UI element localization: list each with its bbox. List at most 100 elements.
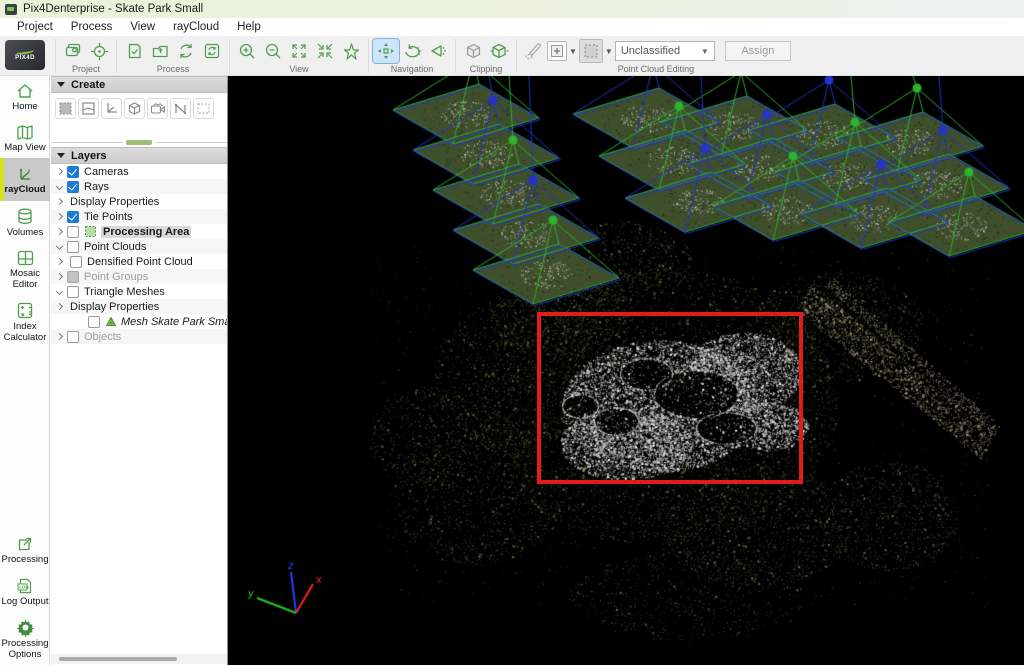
point-groups-checkbox[interactable]: [67, 270, 79, 283]
ribbon-item-processing[interactable]: Processing: [0, 529, 50, 571]
selection-shape-caret-icon[interactable]: ▼: [605, 47, 613, 56]
tie-points-checkbox[interactable]: [67, 210, 79, 223]
new-project-button[interactable]: [60, 39, 86, 63]
reoptimize-button[interactable]: [199, 39, 225, 63]
pan-arrows-icon: [378, 43, 394, 59]
selection-rectangle[interactable]: [537, 312, 803, 484]
ribbon-label-raycloud: rayCloud: [4, 184, 46, 195]
layer-row-mesh-display-properties[interactable]: Display Properties: [51, 299, 227, 314]
ribbon-label-home: Home: [12, 101, 38, 112]
cube-small-icon: [128, 102, 141, 115]
classification-dropdown[interactable]: Unclassified ▼: [614, 41, 715, 61]
menu-project[interactable]: Project: [8, 21, 62, 33]
layer-row-tie-points[interactable]: Tie Points: [51, 209, 227, 224]
panel-splitter[interactable]: [51, 138, 227, 147]
menu-raycloud[interactable]: rayCloud: [164, 21, 228, 33]
ribbon-label-log-output: Log Output: [1, 595, 49, 607]
expander-icon[interactable]: [55, 272, 64, 281]
expander-icon[interactable]: [55, 197, 64, 206]
menu-help[interactable]: Help: [228, 21, 270, 33]
layers-horizontal-scrollbar[interactable]: [51, 654, 227, 664]
create-panel-header[interactable]: Create: [51, 76, 227, 93]
gear-icon: [16, 619, 34, 637]
zoom-out-button[interactable]: [260, 39, 286, 63]
ribbon-item-index-calculator[interactable]: Index Calculator: [0, 295, 50, 348]
project-center-button[interactable]: [86, 39, 112, 63]
clipping-box-button[interactable]: [460, 39, 486, 63]
layer-row-densified-point-cloud[interactable]: Densified Point Cloud: [51, 254, 227, 269]
ribbon-item-log-output[interactable]: LOG Log Output: [0, 571, 50, 613]
home-view-button[interactable]: [338, 39, 364, 63]
layer-row-objects[interactable]: Objects: [51, 329, 227, 344]
layers-tree: Cameras Rays Display Properties Tie Poin…: [51, 164, 227, 344]
expander-icon[interactable]: [55, 182, 64, 191]
expander-icon[interactable]: [55, 257, 64, 266]
objects-checkbox[interactable]: [67, 330, 79, 343]
sync-box-icon: [204, 43, 220, 59]
group-label-view: View: [289, 64, 309, 74]
pix4d-logo-button[interactable]: PIX4D: [5, 40, 45, 70]
open-results-button[interactable]: [147, 39, 173, 63]
first-person-mode-button[interactable]: [425, 39, 451, 63]
reprocess-button[interactable]: [173, 39, 199, 63]
expander-icon[interactable]: [55, 332, 64, 341]
ribbon-item-map-view[interactable]: Map View: [0, 118, 50, 159]
ribbon-item-home[interactable]: Home: [0, 76, 50, 118]
expander-icon[interactable]: [55, 302, 64, 311]
trackball-mode-button[interactable]: [399, 39, 425, 63]
expander-icon[interactable]: [55, 227, 64, 236]
create-processing-area-button[interactable]: [55, 98, 76, 119]
expand-view-button[interactable]: [286, 39, 312, 63]
layer-row-point-groups[interactable]: Point Groups: [51, 269, 227, 284]
layer-row-processing-area[interactable]: Processing Area: [51, 224, 227, 239]
menu-view[interactable]: View: [121, 21, 164, 33]
layers-panel-empty-area: [51, 344, 227, 654]
expander-icon[interactable]: [55, 212, 64, 221]
layer-row-triangle-meshes[interactable]: Triangle Meshes: [51, 284, 227, 299]
triangle-meshes-checkbox[interactable]: [67, 285, 79, 298]
zoom-in-button[interactable]: [234, 39, 260, 63]
layer-row-rays[interactable]: Rays: [51, 179, 227, 194]
point-clouds-checkbox[interactable]: [67, 240, 79, 253]
create-object-button[interactable]: [124, 98, 145, 119]
cameras-checkbox[interactable]: [67, 165, 79, 178]
mesh-checkbox[interactable]: [88, 315, 100, 328]
ribbon-item-volumes[interactable]: Volumes: [0, 201, 50, 244]
expander-icon[interactable]: [55, 167, 64, 176]
layer-label: Mesh Skate Park Small_s: [121, 315, 227, 328]
layer-label: Objects: [84, 330, 122, 343]
layers-panel-header[interactable]: Layers: [51, 147, 227, 164]
document-check-icon: [128, 43, 141, 59]
pan-mode-button[interactable]: [372, 38, 400, 64]
expander-icon[interactable]: [55, 242, 64, 251]
rectangle-selection-button[interactable]: [578, 39, 603, 63]
focus-selection-button[interactable]: [312, 39, 338, 63]
create-orientation-constraint-button[interactable]: [101, 98, 122, 119]
edit-densified-point-cloud-button[interactable]: [521, 39, 547, 63]
processing-area-checkbox[interactable]: [67, 225, 79, 238]
layer-row-point-clouds[interactable]: Point Clouds: [51, 239, 227, 254]
processing-report-button[interactable]: [121, 39, 147, 63]
menu-process[interactable]: Process: [62, 21, 122, 33]
densified-point-cloud-checkbox[interactable]: [70, 255, 82, 268]
splitter-grip[interactable]: [126, 140, 152, 145]
scrollbar-thumb[interactable]: [59, 657, 177, 661]
create-scale-constraint-button[interactable]: [193, 98, 214, 119]
ribbon-item-processing-options[interactable]: Processing Options: [0, 612, 50, 665]
assign-button[interactable]: Assign: [724, 41, 791, 61]
raycloud-3d-viewport[interactable]: [228, 76, 1024, 665]
ribbon-item-raycloud[interactable]: rayCloud: [0, 158, 50, 201]
ribbon-item-mosaic-editor[interactable]: Mosaic Editor: [0, 243, 50, 295]
expander-icon[interactable]: [55, 287, 64, 296]
layer-row-mesh-skate-park[interactable]: Mesh Skate Park Small_s: [51, 314, 227, 329]
layer-label: Display Properties: [70, 300, 160, 313]
rays-checkbox[interactable]: [67, 180, 79, 193]
edit-clipping-box-button[interactable]: [486, 39, 512, 63]
create-video-animation-button[interactable]: [147, 98, 168, 119]
create-surface-button[interactable]: [78, 98, 99, 119]
add-selection-caret-icon[interactable]: ▼: [569, 47, 577, 56]
layer-row-cameras[interactable]: Cameras: [51, 164, 227, 179]
create-polyline-button[interactable]: [170, 98, 191, 119]
add-selection-button[interactable]: [547, 41, 567, 61]
layer-row-rays-display-properties[interactable]: Display Properties: [51, 194, 227, 209]
